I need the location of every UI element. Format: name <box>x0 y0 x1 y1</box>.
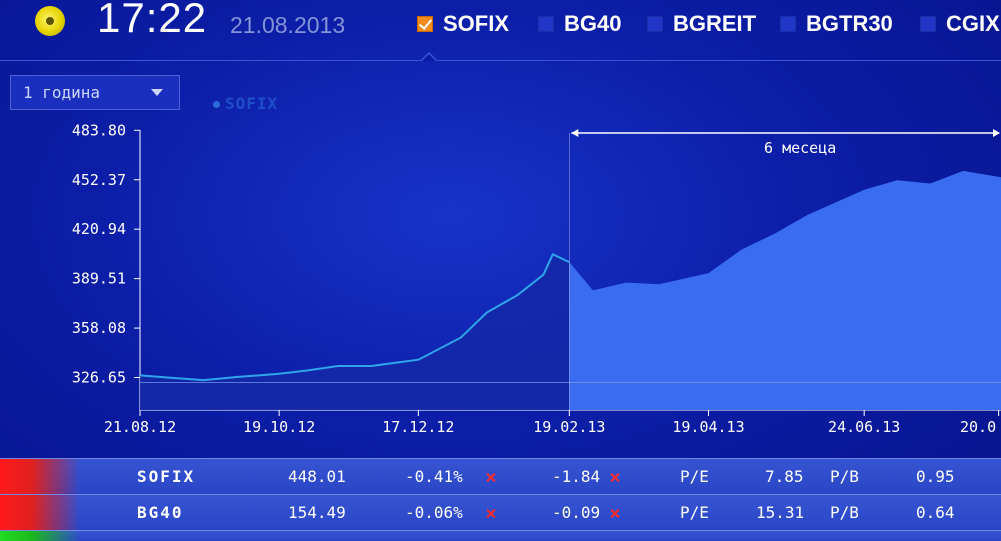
y-tick-label: 326.65 <box>72 369 126 387</box>
index-value: 448.01 <box>288 467 346 486</box>
arrow-down-icon <box>610 473 619 482</box>
chevron-down-icon[interactable] <box>151 89 163 96</box>
change-indicator <box>0 495 80 530</box>
chart-legend-label: SOFIX <box>225 94 279 113</box>
y-tick-label: 420.94 <box>72 220 126 238</box>
table-row[interactable]: SOFIX 448.01 -0.41% -1.84 P/E 7.85 P/B 0… <box>0 458 1001 494</box>
change-absolute: -0.09 <box>552 503 601 522</box>
x-tick-label: 19.02.13 <box>533 418 605 436</box>
index-value: 154.49 <box>288 503 346 522</box>
x-tick-label: 24.06.13 <box>828 418 900 436</box>
header-divider <box>0 60 1001 61</box>
y-tick-label: 452.37 <box>72 171 126 189</box>
change-indicator <box>0 459 80 494</box>
tab-label: BG40 <box>564 11 622 36</box>
tab-cgix[interactable]: CGIX <box>920 10 1000 38</box>
period-dropdown-value: 1 година <box>23 83 101 102</box>
price-chart: 483.80 452.37 420.94 389.51 358.08 326.65 21.0… <box>72 121 1001 436</box>
change-indicator <box>0 531 80 541</box>
period-dropdown[interactable]: 1 година <box>10 75 180 110</box>
current-time: 17:22 <box>97 0 208 41</box>
x-tick-label: 19.04.13 <box>672 418 744 436</box>
pb-value: 0.95 <box>916 467 955 486</box>
tab-label: SOFIX <box>443 11 510 36</box>
y-tick-label: 358.08 <box>72 319 126 337</box>
checkbox-icon[interactable] <box>920 16 936 32</box>
arrow-right-icon <box>993 129 1000 137</box>
checkbox-icon[interactable] <box>780 16 796 32</box>
change-percent: -0.06% <box>405 503 463 522</box>
pe-label: P/E <box>680 467 709 486</box>
pe-value: 7.85 <box>765 467 804 486</box>
tab-bgtr30[interactable]: BGTR30 <box>780 10 893 38</box>
index-name: BG40 <box>137 503 184 522</box>
pb-label: P/B <box>830 467 859 486</box>
checkbox-checked-icon[interactable] <box>417 16 433 32</box>
x-tick-label: 19.10.12 <box>243 418 315 436</box>
index-name: SOFIX <box>137 467 196 486</box>
area-older-period <box>140 254 570 410</box>
pb-label: P/B <box>830 503 859 522</box>
index-table: SOFIX 448.01 -0.41% -1.84 P/E 7.85 P/B 0… <box>0 458 1001 541</box>
pe-label: P/E <box>680 503 709 522</box>
period-annotation: 6 месеца <box>764 139 836 157</box>
tab-sofix[interactable]: SOFIX <box>417 10 509 38</box>
y-tick-label: 483.80 <box>72 121 126 139</box>
checkbox-icon[interactable] <box>538 16 554 32</box>
change-percent: -0.41% <box>405 467 463 486</box>
area-recent-period <box>569 170 1001 410</box>
arrow-down-icon <box>610 509 619 518</box>
arrow-left-icon <box>571 129 579 137</box>
market-status-icon <box>35 6 65 36</box>
tab-bgreit[interactable]: BGREIT <box>647 10 756 38</box>
table-row[interactable]: BG40 154.49 -0.06% -0.09 P/E 15.31 P/B 0… <box>0 494 1001 530</box>
y-tick-label: 389.51 <box>72 270 126 288</box>
tab-label: BGREIT <box>673 11 757 36</box>
current-date: 21.08.2013 <box>230 12 346 38</box>
legend-dot-icon <box>213 101 220 108</box>
x-tick-label: 17.12.12 <box>382 418 454 436</box>
arrow-down-icon <box>486 509 495 518</box>
x-tick-label: 21.08.12 <box>104 418 176 436</box>
pe-value: 15.31 <box>756 503 805 522</box>
tab-label: BGTR30 <box>806 11 893 36</box>
header-bar: 17:22 21.08.2013 SOFIX BG40 BGREIT BGTR3… <box>0 0 1001 60</box>
x-tick-label: 20.0 <box>960 418 996 436</box>
tab-bg40[interactable]: BG40 <box>538 10 621 38</box>
table-row[interactable] <box>0 530 1001 541</box>
arrow-down-icon <box>486 473 495 482</box>
change-absolute: -1.84 <box>552 467 601 486</box>
tab-label: CGIX <box>946 11 1000 36</box>
pb-value: 0.64 <box>916 503 955 522</box>
checkbox-icon[interactable] <box>647 16 663 32</box>
